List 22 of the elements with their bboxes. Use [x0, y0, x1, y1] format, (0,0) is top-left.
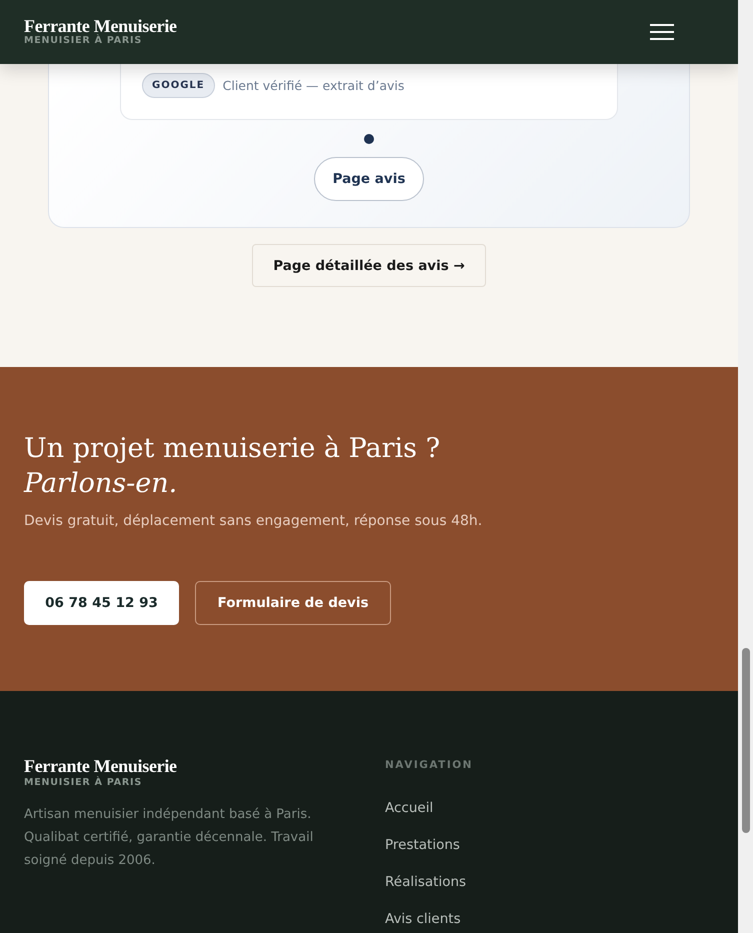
quote-form-button[interactable]: Formulaire de devis — [195, 581, 391, 625]
brand-name[interactable]: Ferrante Menuiserie — [24, 17, 177, 35]
cta-subtitle: Devis gratuit, déplacement sans engagement, réponse sous 48h. — [24, 513, 484, 529]
footer-nav-link[interactable]: Avis clients — [385, 909, 473, 929]
navigation-heading: NAVIGATION — [385, 759, 473, 771]
footer-nav-link[interactable]: Accueil — [385, 798, 473, 818]
reviews-page-button[interactable]: Page avis — [314, 157, 424, 201]
scrollbar-thumb[interactable] — [742, 648, 750, 833]
detailed-reviews-button[interactable]: Page détaillée des avis → — [252, 244, 486, 287]
footer-description: Artisan menuisier indépendant basé à Paris. Qualibat certifié, garantie décennale. Travail soigné depuis 2006. — [24, 806, 314, 870]
menu-icon[interactable] — [650, 23, 674, 41]
scrollbar[interactable] — [738, 0, 753, 933]
footer-nav-link[interactable]: Prestations — [385, 835, 473, 855]
phone-button[interactable]: 06 78 45 12 93 — [24, 581, 179, 625]
footer-nav-link[interactable]: Réalisations — [385, 872, 473, 892]
source-note: Client vérifié — extrait d’avis — [222, 78, 404, 92]
footer-brand-name[interactable]: Ferrante Menuiserie — [24, 757, 385, 775]
brand-tagline: MENUISIER À PARIS — [24, 35, 144, 47]
source-tag: GOOGLE — [142, 72, 215, 98]
cta-heading: Un projet menuiserie à Paris ? Parlons-en. — [24, 432, 442, 501]
carousel-dot[interactable] — [364, 134, 374, 144]
footer-tagline: MENUISIER À PARIS — [24, 777, 144, 789]
